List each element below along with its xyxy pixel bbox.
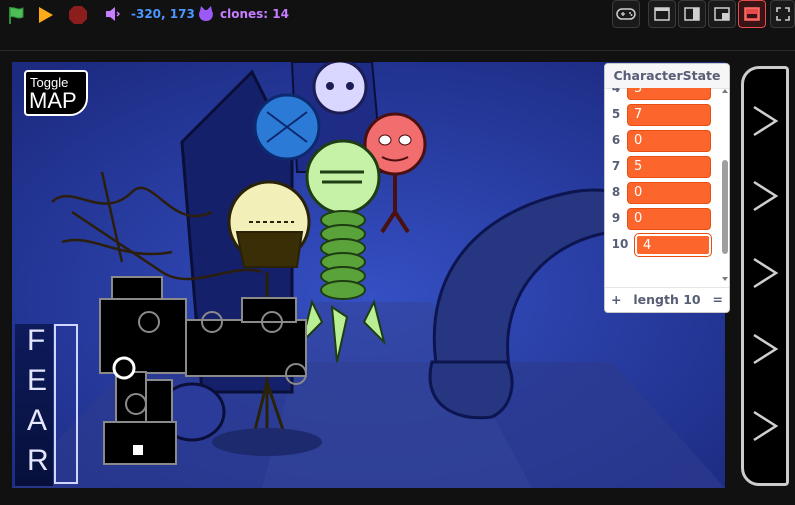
list-item-value[interactable]: 7 [627,104,711,126]
toggle-map-button[interactable]: Toggle MAP [24,70,88,116]
list-item-index: 8 [611,185,621,199]
clone-counter: clones: 14 [220,7,289,21]
resize-handle[interactable]: = [713,288,723,311]
left-layout-icon [714,7,730,21]
list-item[interactable]: 90 [605,206,719,230]
list-item-value[interactable]: 0 [627,130,711,152]
list-item-value[interactable]: 5 [627,88,711,100]
fear-letter: E [27,364,48,397]
list-scrollbar[interactable] [719,88,729,288]
fear-letter: A [27,404,48,437]
chevron-right-icon [753,333,779,365]
toggle-map-label-bottom: MAP [29,88,77,113]
list-item[interactable]: 60 [605,128,719,152]
list-item-index: 9 [611,211,621,225]
large-stage-button[interactable] [738,0,766,28]
list-item[interactable]: 75 [605,154,719,178]
mute-speaker-icon[interactable] [104,5,122,23]
chevron-right-icon [753,180,779,212]
list-item-value[interactable]: 0 [627,182,711,204]
chevron-right-icon [753,257,779,289]
list-item-index: 10 [611,237,629,251]
left-layout-button[interactable] [708,0,736,28]
large-stage-icon [744,7,760,21]
small-stage-button[interactable] [648,0,676,28]
list-item-index: 5 [611,107,621,121]
list-monitor-title: CharacterState [605,64,729,89]
mouse-coordinates: -320, 173 [131,7,195,21]
small-stage-icon [654,7,670,21]
right-layout-button[interactable] [678,0,706,28]
list-item-value[interactable]: 0 [627,208,711,230]
chevron-right-icon [753,105,779,137]
list-item[interactable]: 80 [605,180,719,204]
list-footer: + length 10 = [605,287,729,312]
list-items: 45 57 60 75 80 90 10 4 [605,88,719,288]
chevron-right-icon [753,410,779,442]
list-item-index: 4 [611,88,621,95]
stop-icon[interactable] [68,5,88,25]
toolbar-divider [0,50,795,51]
list-item[interactable]: 10 4 [605,232,719,256]
right-layout-icon [684,7,700,21]
list-item-index: 6 [611,133,621,147]
fear-meter-label: F E A R [15,324,53,486]
fear-meter-bar [54,324,78,484]
list-item[interactable]: 57 [605,102,719,126]
fullscreen-icon [775,7,790,21]
list-length: length 10 [633,292,701,307]
list-item-value[interactable]: 5 [627,156,711,178]
fear-letter: F [27,324,46,357]
list-item-value-selected[interactable]: 4 [635,234,711,256]
side-navigation-panel [741,66,789,486]
fear-letter: R [27,444,49,477]
list-monitor-characterstate[interactable]: CharacterState 45 57 60 75 80 90 10 4 + l… [604,63,730,313]
clone-cat-icon [197,5,215,23]
fullscreen-button[interactable] [770,0,795,28]
list-item-index: 7 [611,159,621,173]
gamepad-button[interactable] [612,0,640,28]
play-icon[interactable] [37,5,55,25]
list-item[interactable]: 45 [605,88,719,100]
gamepad-icon [616,8,636,20]
editor-toolbar: -320, 173 clones: 14 [0,0,795,30]
green-flag-icon[interactable] [6,5,26,25]
